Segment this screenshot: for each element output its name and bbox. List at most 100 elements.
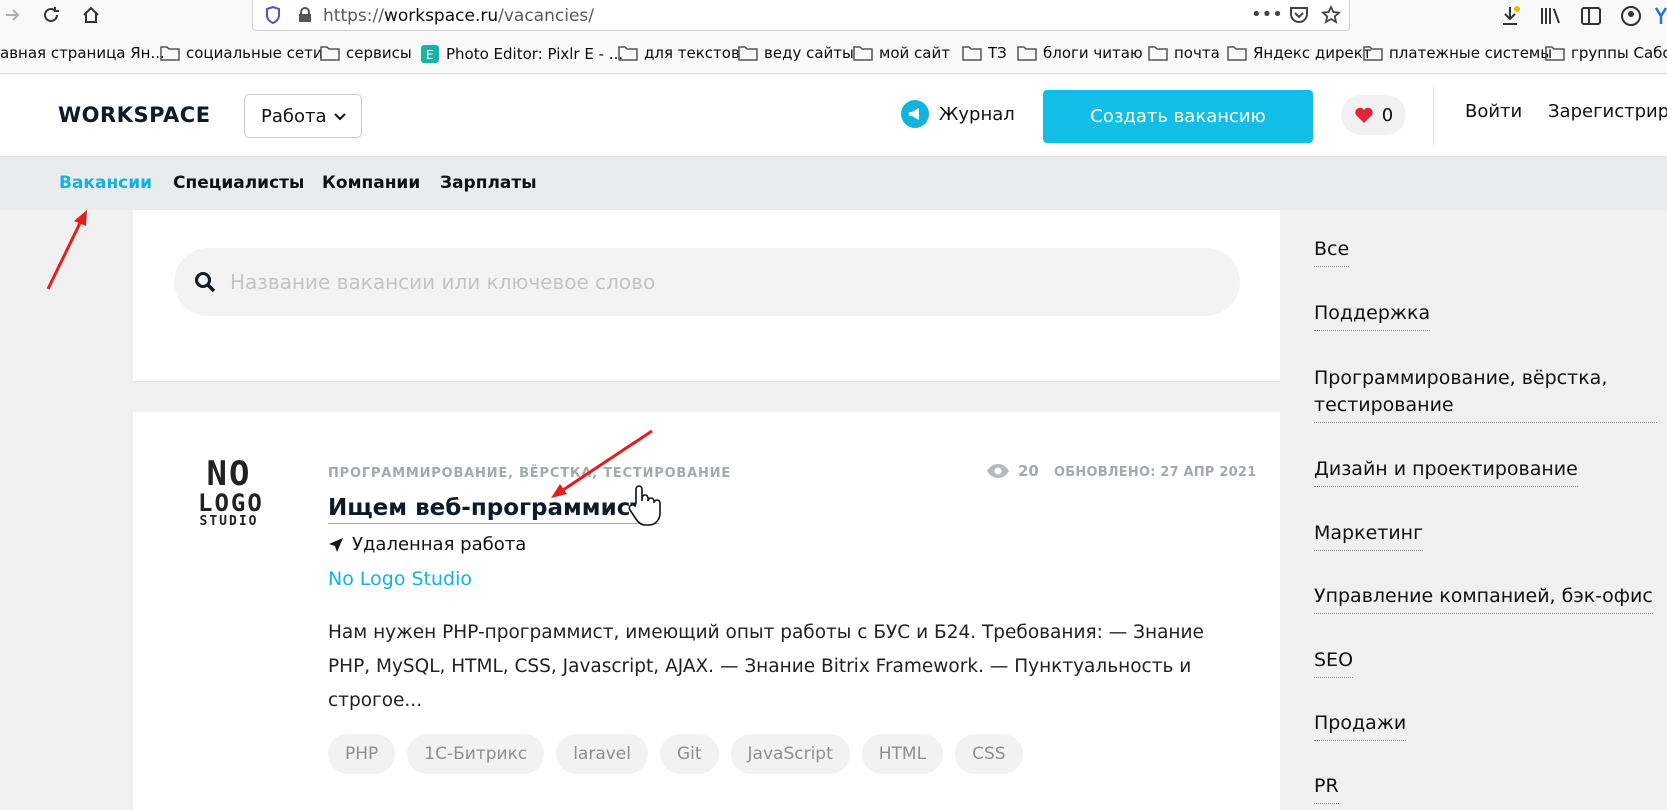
work-select[interactable]: Работа [244, 94, 362, 138]
eye-icon [987, 464, 1009, 478]
logo-text-bottom: STUDIO [199, 514, 259, 529]
category-programming-line2[interactable]: тестирование [1314, 392, 1657, 423]
heart-icon [1355, 107, 1373, 123]
folder-icon [738, 46, 758, 61]
bookmarks-toolbar: авная страница Ян... социальные сети сер… [0, 32, 1667, 74]
reload-icon[interactable] [40, 4, 62, 26]
tag-list: PHP 1С-Битрикс laravel Git JavaScript HT… [328, 734, 1023, 774]
library-icon[interactable] [1540, 6, 1562, 26]
category-management[interactable]: Управление компанией, бэк-офис [1314, 583, 1653, 614]
vacancy-description: Нам нужен PHP-программист, имеющий опыт … [328, 622, 1204, 711]
bookmark-item[interactable]: почта [1148, 44, 1220, 62]
folder-icon [1017, 46, 1037, 61]
tag[interactable]: 1С-Битрикс [407, 734, 545, 774]
tag[interactable]: JavaScript [730, 734, 850, 774]
search-box[interactable] [174, 248, 1240, 316]
vacancy-title[interactable]: Ищем веб-программиста [328, 495, 660, 524]
category-sales[interactable]: Продажи [1314, 710, 1407, 741]
site-header: WORKSPACE Работа Журнал Создать вакансию… [0, 75, 1667, 157]
pocket-icon[interactable] [1289, 6, 1309, 24]
logo-text-mid: LOGO [198, 489, 264, 517]
subnav-companies[interactable]: Компании [322, 173, 420, 193]
location-label: Удаленная работа [352, 534, 527, 555]
folder-icon [1545, 46, 1565, 61]
favorites-button[interactable]: 0 [1341, 95, 1406, 135]
category-programming[interactable]: Программирование, вёрстка, [1314, 365, 1607, 392]
views-count: 20 [1018, 462, 1039, 480]
category-support[interactable]: Поддержка [1314, 300, 1431, 331]
logo-text-top: NO [206, 454, 252, 494]
url-bar[interactable]: https://workspace.ru/vacancies/ ••• [252, 0, 1350, 31]
url-text: https://workspace.ru/vacancies/ [323, 6, 594, 26]
folder-icon [1363, 46, 1383, 61]
header-divider [1433, 87, 1434, 145]
folder-icon [618, 46, 638, 61]
journal-link[interactable]: Журнал [901, 100, 1015, 128]
category-marketing[interactable]: Маркетинг [1314, 520, 1424, 551]
subnav-salaries[interactable]: Зарплаты [440, 173, 537, 193]
tracking-shield-icon[interactable] [265, 6, 281, 24]
bookmark-item[interactable]: ТЗ [962, 44, 1007, 62]
location-arrow-icon [329, 537, 343, 552]
folder-icon [962, 46, 982, 61]
company-logo[interactable]: NO LOGO STUDIO [198, 454, 264, 529]
category-seo[interactable]: SEO [1314, 647, 1354, 678]
updated-date: ОБНОВЛЕНО: 27 АПР 2021 [1054, 465, 1257, 480]
sidebar-icon[interactable] [1580, 6, 1602, 26]
folder-icon [853, 46, 873, 61]
tag[interactable]: CSS [955, 734, 1023, 774]
sub-navigation: Вакансии Специалисты Компании Зарплаты [0, 157, 1667, 210]
chevron-down-icon [334, 113, 346, 121]
bookmark-item[interactable]: группы Сабск [1545, 44, 1667, 62]
register-link[interactable]: Зарегистриро [1548, 101, 1667, 122]
tag[interactable]: PHP [328, 734, 396, 774]
bookmark-item[interactable]: Яндекс директ [1227, 44, 1372, 62]
bookmark-item[interactable]: для текстов [618, 44, 740, 62]
megaphone-icon [901, 100, 929, 128]
browser-toolbar: https://workspace.ru/vacancies/ ••• [0, 0, 1667, 32]
search-card [133, 210, 1280, 382]
views-counter: 20 [986, 462, 1039, 480]
bookmark-item[interactable]: веду сайты [738, 44, 854, 62]
bookmark-item[interactable]: сервисы [320, 44, 412, 62]
search-icon [195, 272, 216, 293]
category-pr[interactable]: PR [1314, 773, 1339, 804]
tag[interactable]: Git [659, 734, 719, 774]
tag[interactable]: HTML [861, 734, 944, 774]
home-icon[interactable] [80, 4, 102, 26]
site-logo[interactable]: WORKSPACE [58, 103, 211, 127]
company-link[interactable]: No Logo Studio [328, 568, 472, 590]
downloads-icon[interactable] [1500, 5, 1520, 27]
pixlr-icon: E [421, 45, 439, 63]
bookmark-item[interactable]: блоги читаю [1017, 44, 1143, 62]
folder-icon [160, 46, 180, 61]
folder-icon [1148, 46, 1168, 61]
work-select-label: Работа [261, 105, 327, 127]
svg-text:E: E [426, 48, 434, 62]
login-link[interactable]: Войти [1465, 101, 1522, 122]
favorites-count: 0 [1381, 104, 1394, 126]
lock-icon[interactable] [298, 7, 312, 23]
vacancy-location: Удаленная работа [328, 534, 526, 555]
vacancy-category[interactable]: ПРОГРАММИРОВАНИЕ, ВЁРСТКА, ТЕСТИРОВАНИЕ [328, 466, 731, 481]
account-icon[interactable] [1620, 5, 1642, 27]
bookmark-item[interactable]: авная страница Ян... [0, 44, 165, 62]
bookmark-item[interactable]: платежные системы [1363, 44, 1552, 62]
subnav-vacancies[interactable]: Вакансии [59, 173, 152, 193]
create-vacancy-button[interactable]: Создать вакансию [1043, 90, 1313, 143]
annotation-arrow [46, 210, 87, 290]
folder-icon [320, 46, 340, 61]
subnav-specialists[interactable]: Специалисты [173, 173, 304, 193]
bookmark-item[interactable]: социальные сети [160, 44, 323, 62]
bookmark-star-icon[interactable] [1321, 5, 1341, 25]
page-actions-icon[interactable]: ••• [1251, 4, 1283, 25]
tag[interactable]: laravel [556, 734, 648, 774]
journal-label: Журнал [939, 103, 1015, 125]
bookmark-item[interactable]: мой сайт [853, 44, 950, 62]
category-design[interactable]: Дизайн и проектирование [1314, 456, 1578, 487]
search-input[interactable] [230, 270, 1130, 294]
forward-icon[interactable] [2, 4, 24, 26]
bookmark-item[interactable]: E Photo Editor: Pixlr E - ... [420, 44, 623, 64]
category-all[interactable]: Все [1314, 236, 1350, 267]
extension-icon[interactable] [1654, 4, 1667, 26]
